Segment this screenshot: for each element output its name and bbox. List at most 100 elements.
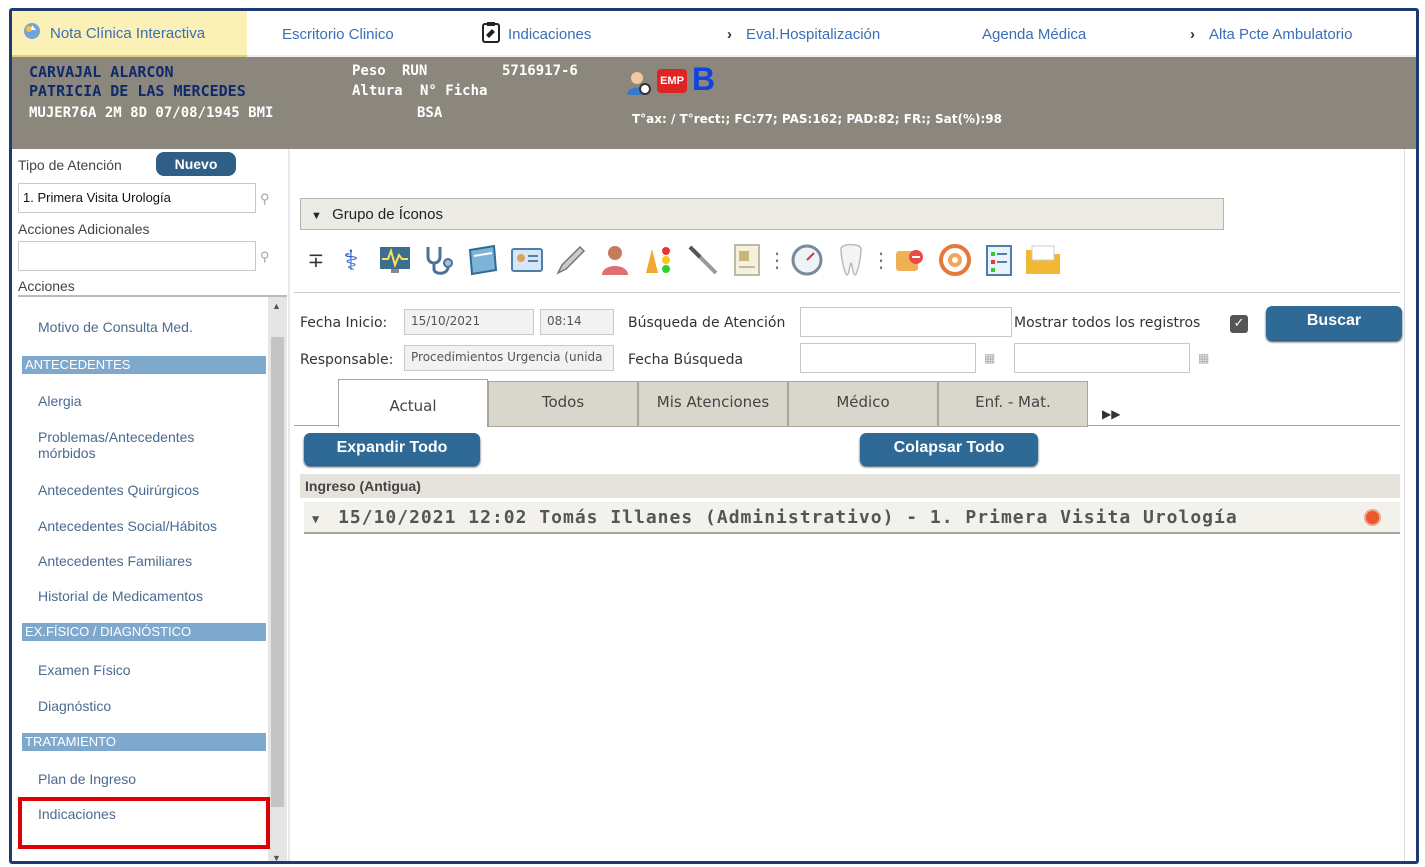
acciones-adicionales-label: Acciones Adicionales: [18, 221, 150, 237]
sidebar-item-motivo-consulta[interactable]: Motivo de Consulta Med.: [38, 319, 193, 335]
search-icon[interactable]: ⚲: [260, 191, 270, 207]
traffic-icon[interactable]: [640, 241, 678, 279]
chevron-down-icon: ▼: [312, 512, 321, 526]
sidebar-item-diagnostico[interactable]: Diagnóstico: [38, 698, 111, 714]
tipo-atencion-input[interactable]: 1. Primera Visita Urología: [18, 183, 256, 213]
nuevo-button[interactable]: Nuevo: [156, 152, 236, 176]
fast-forward-icon[interactable]: ▶▶: [1102, 407, 1120, 421]
ficha-label: N° Ficha: [420, 83, 488, 99]
b-badge: B: [692, 61, 716, 97]
divider: [294, 292, 1400, 293]
notebook-icon[interactable]: [464, 241, 502, 279]
grupo-iconos-header[interactable]: ▼ Grupo de Íconos: [300, 198, 1224, 230]
emp-badge[interactable]: EMP: [657, 69, 687, 93]
nav-label: Indicaciones: [508, 25, 592, 43]
acciones-list: Motivo de Consulta Med. ANTECEDENTES Ale…: [18, 295, 287, 861]
search-icon[interactable]: ⚲: [260, 249, 270, 265]
sidebar-item-plan-ingreso[interactable]: Plan de Ingreso: [38, 771, 136, 787]
separator-icon: ⋮: [871, 248, 891, 272]
sidebar-item-quirurgicos[interactable]: Antecedentes Quirúrgicos: [38, 482, 199, 498]
fecha-busqueda-desde-input[interactable]: [800, 343, 976, 373]
chevron-down-icon: ▼: [311, 210, 322, 222]
target-icon[interactable]: [936, 241, 974, 279]
app-frame: Nota Clínica Interactiva Escritorio Clin…: [9, 8, 1419, 864]
separator-icon: ⋮: [767, 248, 787, 272]
stethoscope-icon[interactable]: [420, 241, 458, 279]
sidebar-item-social-habitos[interactable]: Antecedentes Social/Hábitos: [38, 518, 217, 534]
doctor-icon[interactable]: [596, 241, 634, 279]
mostrar-todos-checkbox[interactable]: ✓: [1230, 315, 1248, 333]
sidebar-item-familiares[interactable]: Antecedentes Familiares: [38, 553, 192, 569]
patient-header: CARVAJAL ALARCON PATRICIA DE LAS MERCEDE…: [12, 57, 1416, 149]
gauge-icon[interactable]: [788, 241, 826, 279]
tab-eval-hospitalizacion[interactable]: › Eval.Hospitalización: [727, 11, 880, 57]
tipo-atencion-label: Tipo de Atención: [18, 157, 122, 173]
sidebar-item-label: Problemas/Antecedentes: [38, 429, 195, 445]
mostrar-todos-label: Mostrar todos los registros: [1014, 315, 1201, 331]
chevron-right-icon: ›: [727, 25, 732, 43]
sidebar-item-medicamentos[interactable]: Historial de Medicamentos: [38, 588, 203, 604]
tab-todos[interactable]: Todos: [488, 381, 638, 427]
scrollbar-thumb[interactable]: [271, 337, 284, 807]
scroll-up-icon[interactable]: ▲: [272, 301, 281, 311]
section-tratamiento: TRATAMIENTO: [22, 733, 266, 751]
calendar-icon[interactable]: ▦: [1198, 351, 1209, 365]
clipboard-icon: [482, 21, 500, 47]
pills-icon[interactable]: [892, 241, 930, 279]
fecha-busqueda-hasta-input[interactable]: [1014, 343, 1190, 373]
acciones-adicionales-input[interactable]: [18, 241, 256, 271]
run-label: RUN: [402, 63, 428, 79]
atencion-entry[interactable]: ▼ 15/10/2021 12:02 Tomás Illanes (Admini…: [304, 502, 1400, 534]
sidebar-scrollbar[interactable]: ▲ ▼: [268, 297, 287, 861]
monitor-icon[interactable]: [376, 241, 414, 279]
nav-label: Alta Pcte Ambulatorio: [1209, 25, 1353, 43]
tab-escritorio-clinico[interactable]: Escritorio Clinico: [282, 11, 394, 57]
main-panel: ▼ Grupo de Íconos ∓ ⚕ ⋮ ⋮ Fecha Inicio: …: [290, 149, 1416, 861]
hora-inicio-input[interactable]: 08:14: [540, 309, 614, 335]
pencil-icon[interactable]: [552, 241, 590, 279]
patient-demographics: MUJER76A 2M 8D 07/08/1945 BMI: [29, 105, 274, 121]
vitals-summary: T°ax: / T°rect:; FC:77; PAS:162; PAD:82;…: [632, 112, 1002, 126]
tab-actual[interactable]: Actual: [338, 379, 488, 427]
ingreso-header: Ingreso (Antigua): [300, 474, 1400, 498]
scalpel-icon[interactable]: [684, 241, 722, 279]
folder-icon[interactable]: [1024, 241, 1062, 279]
id-card-icon[interactable]: [508, 241, 546, 279]
top-nav: Nota Clínica Interactiva Escritorio Clin…: [12, 11, 1416, 57]
expandir-todo-button[interactable]: Expandir Todo: [304, 433, 480, 465]
sidebar-item-label: mórbidos: [38, 445, 96, 461]
plus-minus-icon[interactable]: ∓: [306, 241, 326, 279]
tab-mis-atenciones[interactable]: Mis Atenciones: [638, 381, 788, 427]
busqueda-atencion-input[interactable]: [800, 307, 1012, 337]
sidebar-item-alergia[interactable]: Alergia: [38, 393, 82, 409]
tab-enf-mat[interactable]: Enf. - Mat.: [938, 381, 1088, 427]
scroll-down-icon[interactable]: ▼: [272, 853, 281, 861]
buscar-button[interactable]: Buscar: [1266, 306, 1402, 340]
sidebar-item-problemas[interactable]: Problemas/Antecedentes mórbidos: [38, 429, 194, 461]
tab-alta-pcte-ambulatorio[interactable]: › Alta Pcte Ambulatorio: [1190, 11, 1352, 57]
responsable-label: Responsable:: [300, 352, 394, 368]
tab-nota-clinica-interactiva[interactable]: Nota Clínica Interactiva: [12, 11, 247, 57]
highlight-box: [18, 797, 270, 849]
nav-label: Agenda Médica: [982, 25, 1087, 43]
colapsar-todo-button[interactable]: Colapsar Todo: [860, 433, 1038, 465]
tab-agenda-medica[interactable]: Agenda Médica: [982, 11, 1086, 57]
sidebar-item-examen-fisico[interactable]: Examen Físico: [38, 662, 131, 678]
caduceus-icon[interactable]: ⚕: [332, 241, 370, 279]
responsable-input[interactable]: Procedimientos Urgencia (unida: [404, 345, 614, 371]
tab-medico[interactable]: Médico: [788, 381, 938, 427]
fecha-inicio-input[interactable]: 15/10/2021: [404, 309, 534, 335]
calendar-icon[interactable]: ▦: [984, 351, 995, 365]
tooth-icon[interactable]: [832, 241, 870, 279]
checklist-icon[interactable]: [980, 241, 1018, 279]
patient-surname: CARVAJAL ALARCON: [29, 63, 174, 81]
atenciones-tabs: Actual Todos Mis Atenciones Médico Enf. …: [294, 379, 1400, 427]
document-icon[interactable]: [728, 241, 766, 279]
patient-search-icon[interactable]: [625, 69, 653, 97]
tab-indicaciones[interactable]: Indicaciones: [482, 11, 591, 57]
left-sidebar: Tipo de Atención Nuevo 1. Primera Visita…: [12, 149, 290, 861]
delete-icon[interactable]: [1364, 509, 1381, 526]
section-antecedentes: ANTECEDENTES: [22, 356, 266, 374]
section-exfisico-diagnostico: EX.FÍSICO / DIAGNÓSTICO: [22, 623, 266, 641]
run-value: 5716917-6: [502, 63, 578, 79]
